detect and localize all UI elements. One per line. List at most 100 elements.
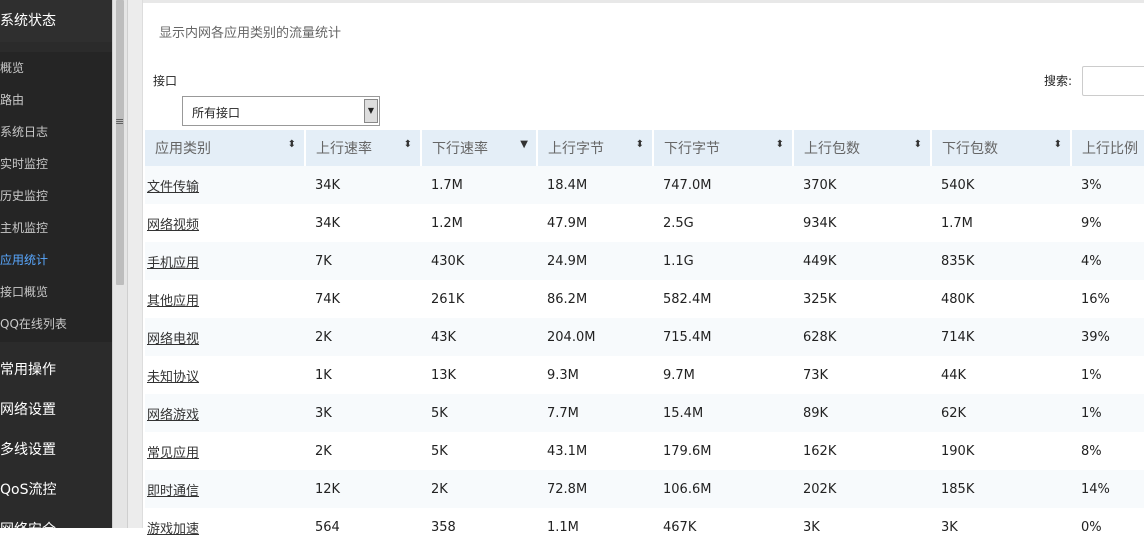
sidebar-item-overview[interactable]: 概览 <box>0 52 112 84</box>
table-row: 其他应用 74K 261K 86.2M 582.4M 325K 480K 16% <box>145 280 1144 318</box>
sidebar-section-security[interactable]: 网络安全 <box>0 510 112 528</box>
table-cell-app-category: 网络游戏 <box>145 394 305 432</box>
sidebar-item-history-monitor[interactable]: 历史监控 <box>0 180 112 212</box>
table-cell-app-category: 常见应用 <box>145 432 305 470</box>
sidebar-section-system-status[interactable]: 系统状态 <box>0 0 112 42</box>
table-cell-upload-rate: 564 <box>315 519 340 535</box>
sidebar-item-route[interactable]: 路由 <box>0 84 112 116</box>
dropdown-arrow-icon[interactable]: ▼ <box>364 99 378 123</box>
table-cell-download-rate: 1.7M <box>421 166 537 204</box>
scrollbar-thumb[interactable] <box>116 0 124 285</box>
table-cell-download-packets: 714K <box>931 318 1071 356</box>
table-cell-upload-ratio: 3% <box>1071 166 1144 204</box>
splitter-grip-icon[interactable]: ≡ <box>115 116 124 127</box>
sidebar-item-qq-online[interactable]: QQ在线列表 <box>0 308 112 340</box>
app-category-link[interactable]: 文件传输 <box>147 180 199 195</box>
sidebar-splitter[interactable]: ≡ <box>112 0 128 528</box>
column-header-label: 下行字节 <box>664 141 720 157</box>
table-cell-download-bytes: 179.6M <box>663 443 712 459</box>
sort-icon[interactable]: ⬍ <box>636 139 644 150</box>
sort-icon[interactable]: ⬍ <box>1054 139 1062 150</box>
column-header-download-bytes[interactable]: 下行字节 ⬍ <box>653 130 794 166</box>
sidebar-section-network-settings[interactable]: 网络设置 <box>0 390 112 430</box>
table-cell-upload-rate: 74K <box>315 291 341 307</box>
sort-icon[interactable]: ⬍ <box>776 139 784 150</box>
column-header-label: 下行速率 <box>432 141 488 157</box>
sidebar-section-multiline[interactable]: 多线设置 <box>0 430 112 470</box>
table-cell-app-category: 网络视频 <box>145 204 305 242</box>
table-row: 未知协议 1K 13K 9.3M 9.7M 73K 44K 1% <box>145 356 1144 394</box>
column-header-app-category[interactable]: 应用类别 ⬍ <box>145 130 306 166</box>
column-header-upload-rate[interactable]: 上行速率 ⬍ <box>305 130 422 166</box>
table-row: 即时通信 12K 2K 72.8M 106.6M 202K 185K 14% <box>145 470 1144 508</box>
sidebar-item-host-monitor[interactable]: 主机监控 <box>0 212 112 244</box>
table-cell-app-category: 即时通信 <box>145 470 305 508</box>
sidebar-item-interface-overview[interactable]: 接口概览 <box>0 276 112 308</box>
app-category-link[interactable]: 未知协议 <box>147 370 199 385</box>
table-cell-download-packets: 190K <box>941 443 975 459</box>
table-cell-upload-bytes: 18.4M <box>537 166 653 204</box>
app-category-link[interactable]: 常见应用 <box>147 446 199 461</box>
table-cell-upload-bytes: 204.0M <box>537 318 653 356</box>
table-row: 网络电视 2K 43K 204.0M 715.4M 628K 714K 39% <box>145 318 1144 356</box>
table-cell-download-bytes: 2.5G <box>663 215 694 231</box>
table-cell-app-category: 其他应用 <box>145 280 305 318</box>
table-cell-upload-bytes: 24.9M <box>537 242 653 280</box>
table-cell-app-category: 文件传输 <box>145 166 305 204</box>
table-cell-download-rate: 358 <box>431 519 456 535</box>
sidebar-item-system-log[interactable]: 系统日志 <box>0 116 112 148</box>
page-title: 显示内网各应用类别的流量统计 <box>159 26 342 41</box>
column-header-label: 上行包数 <box>804 141 860 157</box>
app-category-link[interactable]: 网络视频 <box>147 218 199 233</box>
column-header-upload-ratio[interactable]: 上行比例 <box>1071 130 1144 166</box>
app-category-link[interactable]: 游戏加速 <box>147 522 199 537</box>
table-row: 手机应用 7K 430K 24.9M 1.1G 449K 835K 4% <box>145 242 1144 280</box>
app-category-link[interactable]: 其他应用 <box>147 294 199 309</box>
interface-label: 接口 <box>153 74 178 88</box>
table-row: 网络游戏 3K 5K 7.7M 15.4M 89K 62K 1% <box>145 394 1144 432</box>
column-header-label: 上行比例 <box>1082 141 1138 157</box>
table-cell-download-bytes: 9.7M <box>663 367 695 383</box>
table-header-row: 应用类别 ⬍ 上行速率 ⬍ 下行速率 ▼ 上行字节 ⬍ 下行字节 ⬍ 上行包数 ⬍ 下行包数 ⬍ 上行比例 <box>145 130 1144 166</box>
table-body: 文件传输 34K 1.7M 18.4M 747.0M 370K 540K 3% 网络视频 34K 1… <box>145 166 1144 546</box>
column-header-upload-bytes[interactable]: 上行字节 ⬍ <box>537 130 654 166</box>
table-cell-download-rate: 5K <box>431 443 448 459</box>
column-header-download-rate[interactable]: 下行速率 ▼ <box>421 130 538 166</box>
table-cell-download-packets: 480K <box>941 291 975 307</box>
search-input[interactable] <box>1082 66 1144 96</box>
table-cell-upload-rate: 3K <box>305 394 421 432</box>
search-label: 搜索: <box>1044 74 1073 88</box>
table-cell-download-rate: 5K <box>421 394 537 432</box>
app-category-link[interactable]: 网络电视 <box>147 332 199 347</box>
table-cell-download-rate: 430K <box>421 242 537 280</box>
app-category-link[interactable]: 网络游戏 <box>147 408 199 423</box>
column-header-label: 应用类别 <box>155 141 211 157</box>
sort-icon[interactable]: ⬍ <box>404 139 412 150</box>
sidebar-section-common-ops[interactable]: 常用操作 <box>0 350 112 390</box>
column-header-label: 下行包数 <box>942 141 998 157</box>
sidebar-item-app-stats[interactable]: 应用统计 <box>0 244 112 276</box>
sort-icon[interactable]: ⬍ <box>914 139 922 150</box>
sort-icon[interactable]: ▼ <box>520 139 528 150</box>
interface-select[interactable]: 所有接口 ▼ <box>182 96 380 126</box>
table-cell-download-rate: 43K <box>421 318 537 356</box>
sidebar-section-qos[interactable]: QoS流控 <box>0 470 112 510</box>
table-cell-download-packets: 185K <box>931 470 1071 508</box>
app-category-link[interactable]: 即时通信 <box>147 484 199 499</box>
sort-icon[interactable]: ⬍ <box>288 139 296 150</box>
table-cell-download-bytes: 715.4M <box>653 318 793 356</box>
table-cell-upload-packets: 89K <box>793 394 931 432</box>
sidebar: 系统状态 概览 路由 系统日志 实时监控 历史监控 主机监控 应用统计 接口概览… <box>0 0 112 528</box>
sidebar-item-realtime-monitor[interactable]: 实时监控 <box>0 148 112 180</box>
table-cell-upload-rate: 2K <box>315 443 332 459</box>
table-cell-download-bytes: 15.4M <box>653 394 793 432</box>
column-header-download-packets[interactable]: 下行包数 ⬍ <box>931 130 1072 166</box>
table-row: 常见应用 2K 5K 43.1M 179.6M 162K 190K 8% <box>145 432 1144 470</box>
app-stats-table: 应用类别 ⬍ 上行速率 ⬍ 下行速率 ▼ 上行字节 ⬍ 下行字节 ⬍ 上行包数 ⬍ 下行包数 ⬍ 上行比例 … <box>145 130 1144 546</box>
table-cell-upload-bytes: 9.3M <box>547 367 579 383</box>
column-header-upload-packets[interactable]: 上行包数 ⬍ <box>793 130 932 166</box>
table-cell-download-bytes: 467K <box>663 519 697 535</box>
table-cell-app-category: 手机应用 <box>145 242 305 280</box>
app-category-link[interactable]: 手机应用 <box>147 256 199 271</box>
table-cell-upload-rate: 7K <box>305 242 421 280</box>
